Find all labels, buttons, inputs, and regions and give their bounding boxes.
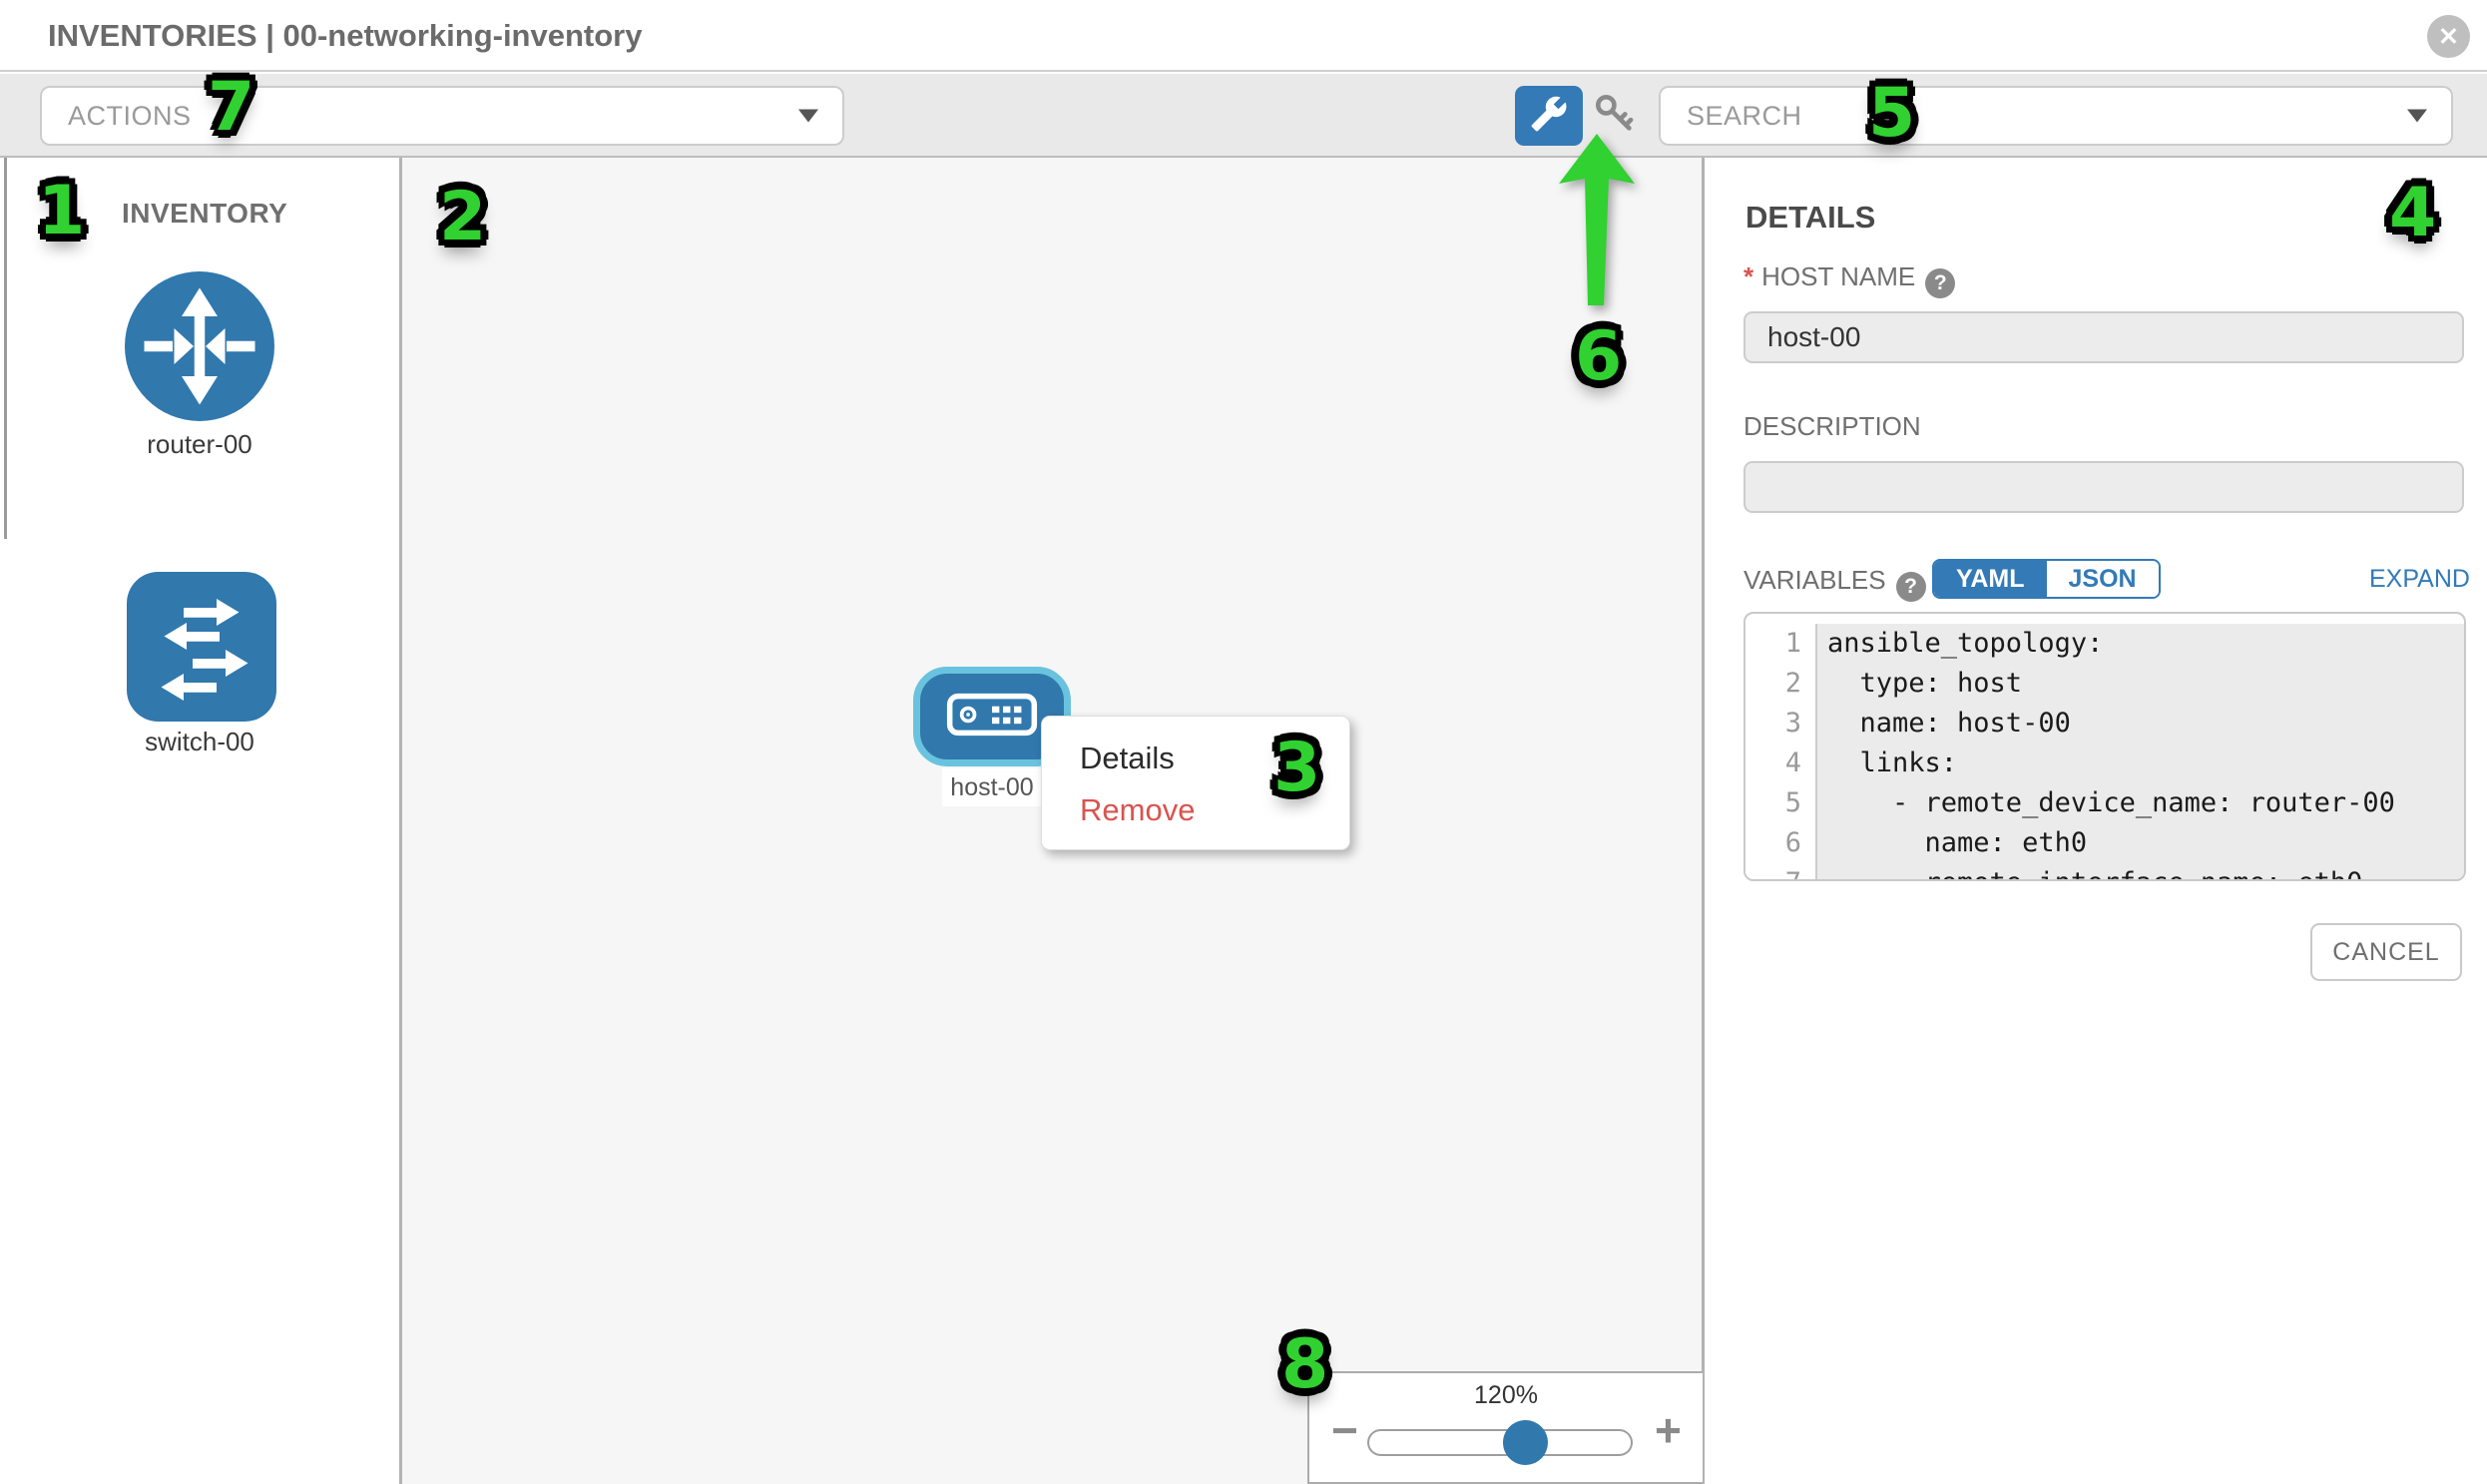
line-text: name: eth0 [1817,823,2464,863]
chevron-down-icon [798,110,818,123]
annotation-2: 2 [439,178,486,256]
line-text: remote_interface_name: eth0 [1817,863,2464,881]
host-server-icon [946,691,1038,743]
format-toggle: YAML JSON [1932,559,2161,599]
description-label: DESCRIPTION [1743,411,1921,441]
close-icon: ✕ [2438,22,2459,52]
sidebar-item-switch[interactable] [127,572,276,722]
help-icon[interactable]: ? [1925,268,1955,298]
editor-line: 1ansible_topology: [1745,624,2464,664]
description-input[interactable] [1743,461,2464,513]
annotation-3: 3 [1273,729,1320,807]
annotation-4: 4 [2389,174,2436,252]
actions-dropdown-label: ACTIONS [42,101,192,132]
host-node-label: host-00 [942,768,1042,806]
line-text: type: host [1817,664,2464,704]
zoom-in-button[interactable]: + [1655,1403,1682,1457]
line-number: 5 [1745,783,1817,823]
line-text: ansible_topology: [1817,624,2464,664]
sidebar-title: INVENTORY [122,198,287,230]
sidebar-item-router[interactable] [125,271,274,421]
key-tool-button[interactable] [1591,92,1639,140]
variables-label-row: VARIABLES? [1743,565,1926,602]
switch-icon [127,709,276,726]
line-number: 4 [1745,743,1817,783]
chevron-down-icon [2407,110,2427,123]
sidebar-item-router-label: router-00 [50,429,349,460]
page-title: INVENTORIES | 00-networking-inventory [48,18,642,54]
annotation-1: 1 [38,172,85,250]
required-asterisk: * [1743,261,1753,291]
zoom-level-label: 120% [1309,1381,1703,1410]
sidebar-item-switch-label: switch-00 [50,727,349,757]
variables-editor[interactable]: 1ansible_topology: 2 type: host 3 name: … [1743,612,2466,881]
page-header: INVENTORIES | 00-networking-inventory ✕ [0,0,2487,72]
line-number: 7 [1745,863,1817,881]
zoom-slider-track[interactable] [1367,1429,1633,1456]
expand-link[interactable]: EXPAND [2369,565,2470,594]
wrench-icon [1530,95,1568,138]
line-number: 6 [1745,823,1817,863]
details-title: DETAILS [1745,200,1875,236]
search-dropdown-label: SEARCH [1661,101,1802,132]
inventory-topology-app: INVENTORIES | 00-networking-inventory ✕ … [0,0,2487,1484]
annotation-8: 8 [1281,1325,1328,1404]
line-number: 3 [1745,704,1817,743]
cancel-button[interactable]: CANCEL [2310,923,2462,981]
actions-dropdown[interactable]: ACTIONS [40,86,844,146]
router-icon [125,408,274,425]
search-dropdown[interactable]: SEARCH [1659,86,2453,146]
editor-line: 4 links: [1745,743,2464,783]
host-name-label-row: * HOST NAME? [1743,261,1955,298]
line-text: name: host-00 [1817,704,2464,743]
annotation-5: 5 [1868,74,1915,153]
annotation-arrow-icon [1557,134,1637,318]
yaml-toggle-button[interactable]: YAML [1934,561,2047,597]
sidebar-edge-line [4,158,7,539]
description-label-row: DESCRIPTION [1743,411,1921,442]
annotation-6: 6 [1575,317,1622,396]
line-text: - remote_device_name: router-00 [1817,783,2464,823]
editor-lines: 1ansible_topology: 2 type: host 3 name: … [1745,614,2464,881]
editor-line: 3 name: host-00 [1745,704,2464,743]
editor-line: 7 remote_interface_name: eth0 [1745,863,2464,881]
editor-line: 6 name: eth0 [1745,823,2464,863]
editor-line: 5 - remote_device_name: router-00 [1745,783,2464,823]
help-icon[interactable]: ? [1896,572,1926,602]
line-text: links: [1817,743,2464,783]
host-name-input[interactable] [1743,311,2464,363]
editor-line: 2 type: host [1745,664,2464,704]
line-number: 1 [1745,624,1817,664]
line-number: 2 [1745,664,1817,704]
zoom-control: 120% − + [1307,1371,1703,1484]
variables-label: VARIABLES [1743,565,1886,595]
zoom-slider-thumb[interactable] [1503,1420,1548,1465]
host-name-label: HOST NAME [1761,261,1915,291]
annotation-7: 7 [208,68,254,147]
zoom-out-button[interactable]: − [1331,1403,1358,1457]
close-button[interactable]: ✕ [2427,15,2470,58]
json-toggle-button[interactable]: JSON [2047,561,2159,597]
